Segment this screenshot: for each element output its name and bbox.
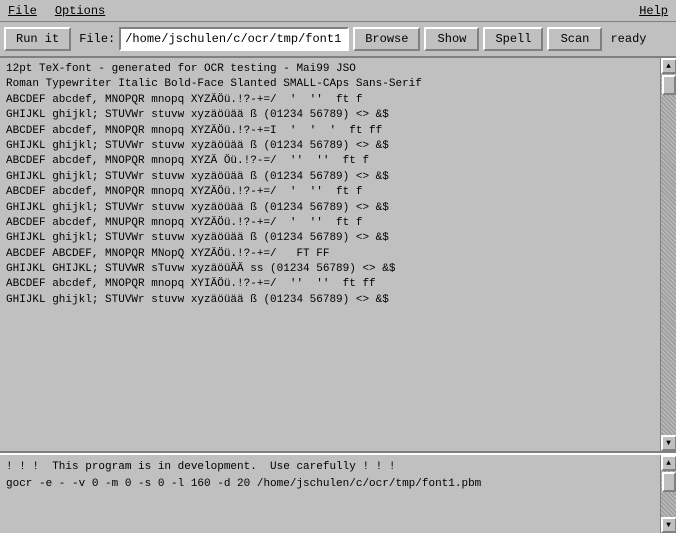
menu-options[interactable]: Options <box>51 3 109 19</box>
text-line: ABCDEF abcdef, MNOPQR mnopq XYZÄÖü.!?-+=… <box>6 185 654 200</box>
text-line: GHIJKL ghijkl; STUVWr stuvw xyzäöüää ß (… <box>6 293 654 308</box>
scroll-up-button[interactable]: ▲ <box>661 58 676 74</box>
console-content: ! ! ! This program is in development. Us… <box>0 455 660 533</box>
text-line: GHIJKL GHIJKL; STUVWR sTuvw xyzäöüÄÄ ss … <box>6 262 654 277</box>
menubar-left: File Options <box>4 3 109 19</box>
menubar-right: Help <box>635 4 672 18</box>
text-line: Roman Typewriter Italic Bold-Face Slante… <box>6 77 654 92</box>
menubar: File Options Help <box>0 0 676 22</box>
show-button[interactable]: Show <box>424 27 479 51</box>
console-scroll-track[interactable] <box>661 471 676 517</box>
text-line: GHIJKL ghijkl; STUVWr stuvw xyzäöüää ß (… <box>6 231 654 246</box>
file-label: File: <box>79 32 115 46</box>
file-input[interactable] <box>119 27 349 51</box>
text-line: GHIJKL ghijkl; STUVWr stuvw xyzäöüää ß (… <box>6 139 654 154</box>
runit-button[interactable]: Run it <box>4 27 71 51</box>
text-line: ABCDEF abcdef, MNUPQR mnopq XYZÄÖü.!?-+=… <box>6 216 654 231</box>
scroll-track[interactable] <box>661 74 676 435</box>
spell-button[interactable]: Spell <box>483 27 543 51</box>
main-area: 12pt TeX-font - generated for OCR testin… <box>0 58 676 533</box>
console-area: ! ! ! This program is in development. Us… <box>0 453 676 533</box>
console-scroll-down-button[interactable]: ▼ <box>661 517 676 533</box>
text-line: ABCDEF abcdef, MNOPQR mnopq XYZÄ Öü.!?-=… <box>6 154 654 169</box>
scroll-thumb[interactable] <box>662 75 676 95</box>
toolbar: Run it File: Browse Show Spell Scan read… <box>0 22 676 58</box>
text-scrollbar: ▲ ▼ <box>660 58 676 451</box>
text-line: GHIJKL ghijkl; STUVWr stuvw xyzäöüää ß (… <box>6 201 654 216</box>
console-scroll-up-button[interactable]: ▲ <box>661 455 676 471</box>
browse-button[interactable]: Browse <box>353 27 420 51</box>
console-scrollbar: ▲ ▼ <box>660 455 676 533</box>
menu-help[interactable]: Help <box>635 3 672 19</box>
text-line: ABCDEF abcdef, MNOPQR mnopq XYZÄÖü.!?-+=… <box>6 93 654 108</box>
text-line: GHIJKL ghijkl; STUVWr stuvw xyzäöüää ß (… <box>6 170 654 185</box>
console-line: ! ! ! This program is in development. Us… <box>6 459 654 476</box>
scroll-down-button[interactable]: ▼ <box>661 435 676 451</box>
text-line: GHIJKL ghijkl; STUVWr stuvw xyzäöüää ß (… <box>6 108 654 123</box>
text-line: ABCDEF abcdef, MNOPQR mnopq XYZÄÖü.!?-+=… <box>6 124 654 139</box>
text-line: 12pt TeX-font - generated for OCR testin… <box>6 62 654 77</box>
scan-button[interactable]: Scan <box>547 27 602 51</box>
text-area: 12pt TeX-font - generated for OCR testin… <box>0 58 676 453</box>
menu-file[interactable]: File <box>4 3 41 19</box>
status-label: ready <box>610 32 646 46</box>
text-line: ABCDEF ABCDEF, MNOPQR MNopQ XYZÄÖü.!?-+=… <box>6 247 654 262</box>
console-line: gocr -e - -v 0 -m 0 -s 0 -l 160 -d 20 /h… <box>6 476 654 493</box>
text-content: 12pt TeX-font - generated for OCR testin… <box>0 58 660 451</box>
text-line: ABCDEF abcdef, MNOPQR mnopq XYIÄÖü.!?-+=… <box>6 277 654 292</box>
console-scroll-thumb[interactable] <box>662 472 676 492</box>
